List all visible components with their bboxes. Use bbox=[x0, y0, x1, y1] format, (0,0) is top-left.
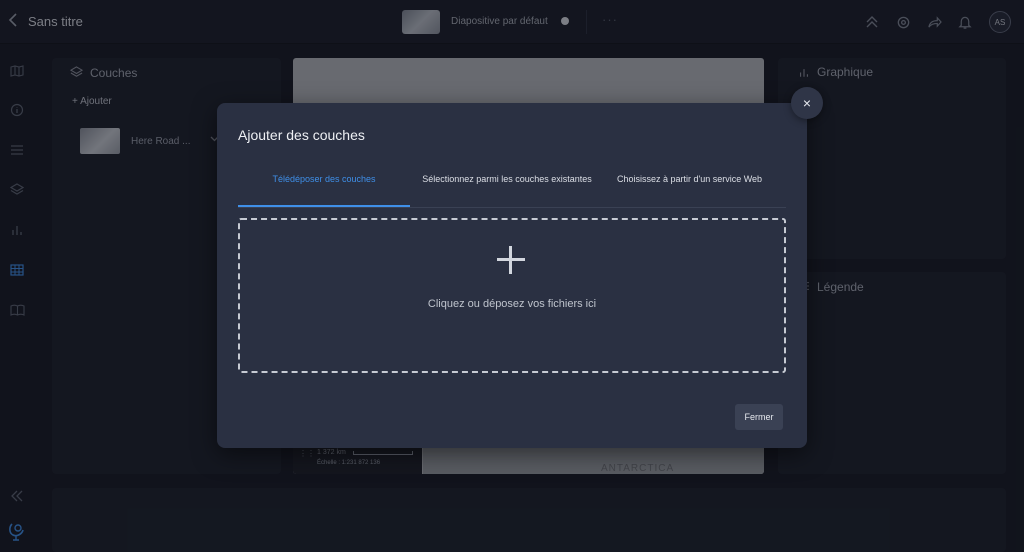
tab-existing-layers[interactable]: Sélectionnez parmi les couches existante… bbox=[422, 173, 592, 207]
add-layers-dialog: Ajouter des couches Télédéposer des couc… bbox=[217, 103, 807, 448]
dropzone-text: Cliquez ou déposez vos fichiers ici bbox=[427, 298, 597, 310]
plus-icon bbox=[497, 246, 525, 274]
dialog-title: Ajouter des couches bbox=[238, 127, 365, 143]
close-button[interactable]: Fermer bbox=[735, 404, 783, 430]
close-icon[interactable]: × bbox=[791, 87, 823, 119]
active-tab-indicator bbox=[238, 205, 410, 207]
file-dropzone[interactable]: Cliquez ou déposez vos fichiers ici bbox=[238, 218, 786, 373]
tabs-divider bbox=[238, 207, 786, 208]
tab-web-service[interactable]: Choisissez à partir d'un service Web bbox=[602, 173, 777, 207]
tab-upload-layers[interactable]: Télédéposer des couches bbox=[238, 173, 410, 207]
